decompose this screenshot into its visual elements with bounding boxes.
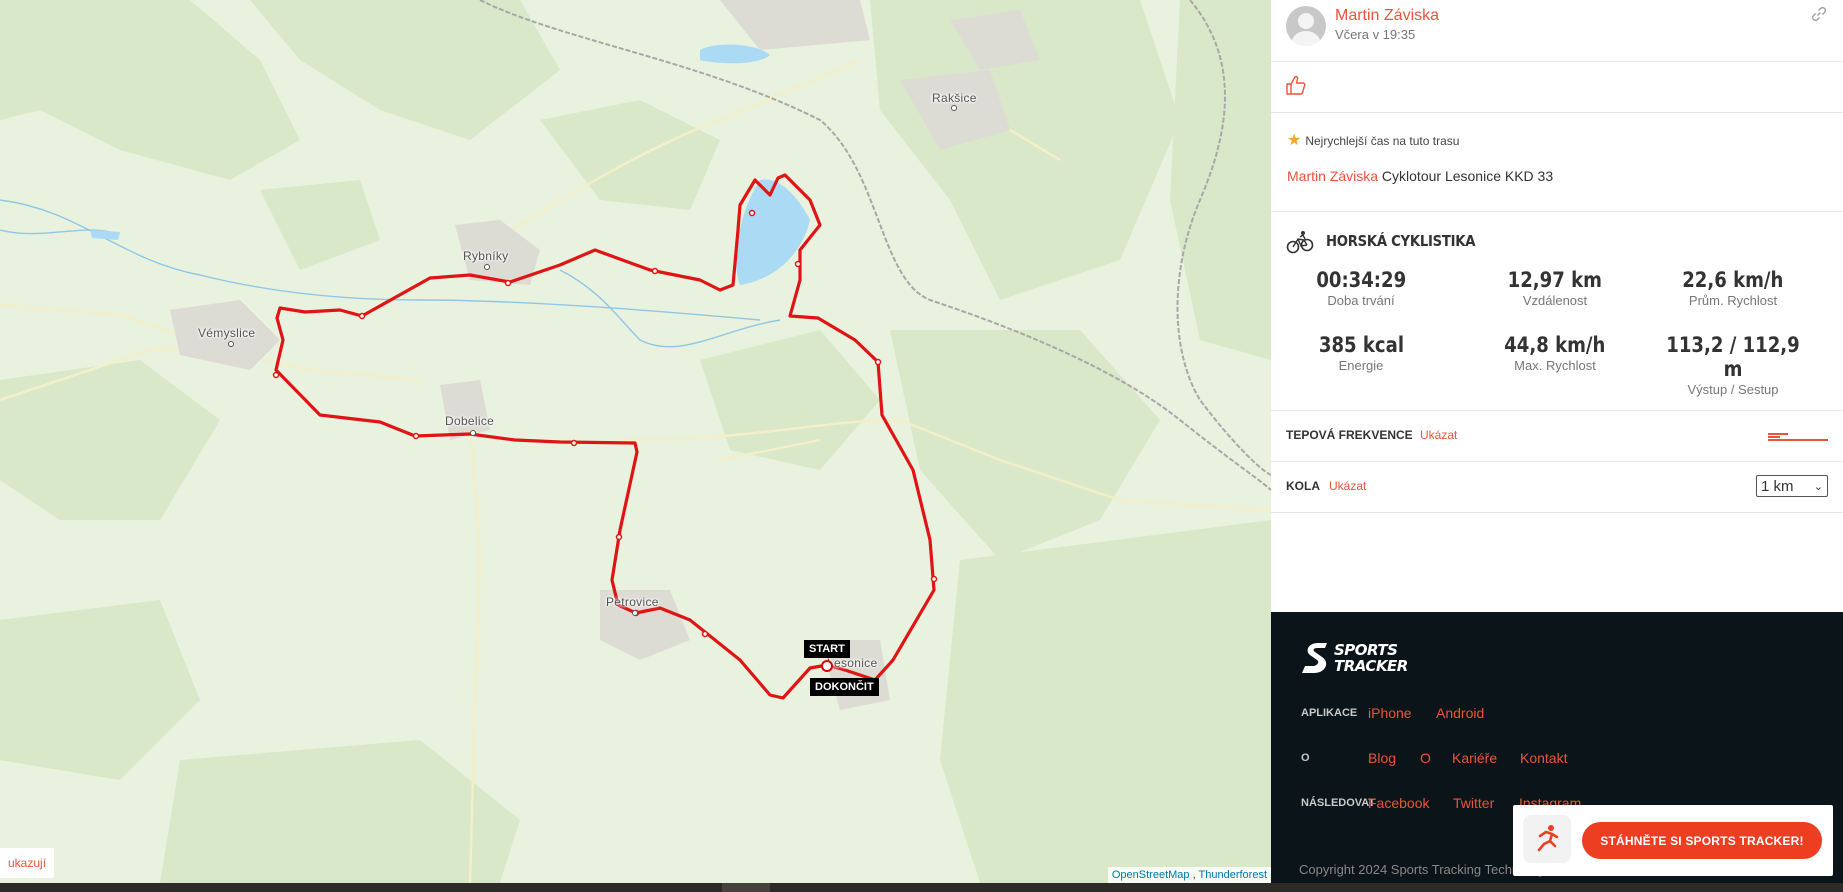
fastest-label: Nejrychlejší čas na tuto trasu xyxy=(1305,134,1460,148)
thumbs-up-icon[interactable] xyxy=(1285,74,1307,96)
stat-energy: 385 kcal Energie xyxy=(1271,333,1451,373)
place-label: Petrovice xyxy=(606,595,659,609)
map-attribution: OpenStreetMap , Thunderforest xyxy=(1107,867,1271,883)
fastest-time-line: ★ Nejrychlejší čas na tuto trasu xyxy=(1287,133,1459,149)
place-dot xyxy=(632,610,638,616)
footer-link-facebook[interactable]: Facebook xyxy=(1368,795,1429,811)
stat-avg-speed: 22,6 km/h Prům. Rychlost xyxy=(1643,268,1823,308)
place-label: Dobelice xyxy=(445,414,495,428)
start-finish-marker[interactable] xyxy=(821,660,833,672)
footer-follow-label: NÁSLEDOVAT xyxy=(1301,797,1376,809)
route-map[interactable]: Rakšice Rybníky Vémyslice Dobelice Petro… xyxy=(0,0,1271,883)
heart-rate-title: TEPOVÁ FREKVENCE xyxy=(1286,428,1413,442)
heart-rate-chart-icon xyxy=(1768,433,1828,441)
stat-value: 385 kcal xyxy=(1318,333,1404,357)
stat-value: 12,97 km xyxy=(1507,268,1603,292)
place-label: Rybníky xyxy=(463,249,509,263)
stat-distance: 12,97 km Vzdálenost xyxy=(1465,268,1645,308)
stat-duration: 00:34:29 Doba trvání xyxy=(1271,268,1451,308)
logo-line-2: TRACKER xyxy=(1334,657,1408,675)
star-icon: ★ xyxy=(1287,132,1302,149)
stat-value: 00:34:29 xyxy=(1316,268,1406,292)
footer-link-contact[interactable]: Kontakt xyxy=(1520,750,1567,766)
stat-label: Prům. Rychlost xyxy=(1688,293,1778,308)
map-tiles xyxy=(0,0,1271,883)
chevron-down-icon: ⌄ xyxy=(1813,480,1823,493)
footer-link-twitter[interactable]: Twitter xyxy=(1453,795,1494,811)
fastest-route-line: Martin Záviska Cyklotour Lesonice KKD 33 xyxy=(1287,168,1553,184)
place-dot xyxy=(228,341,234,347)
runner-icon xyxy=(1523,815,1571,863)
place-label: Lesonice xyxy=(827,656,878,670)
footer-link-blog[interactable]: Blog xyxy=(1368,750,1396,766)
stat-label: Vzdálenost xyxy=(1522,293,1588,308)
map-ukazuji-button[interactable]: ukazují xyxy=(0,848,55,878)
place-dot xyxy=(484,264,490,270)
heart-rate-show-link[interactable]: Ukázat xyxy=(1420,428,1457,442)
place-label: Vémyslice xyxy=(198,326,256,340)
stat-ascent-descent: 113,2 / 112,9 m Výstup / Sestup xyxy=(1643,333,1823,397)
attribution-separator: , xyxy=(1189,869,1196,881)
footer-link-android[interactable]: Android xyxy=(1436,705,1484,721)
route-name[interactable]: Cyklotour Lesonice KKD 33 xyxy=(1382,168,1553,184)
user-name[interactable]: Martin Záviska xyxy=(1335,7,1439,25)
footer-link-iphone[interactable]: iPhone xyxy=(1368,705,1412,721)
stat-value: 113,2 / 112,9 m xyxy=(1666,333,1800,381)
fastest-row xyxy=(1271,113,1843,212)
activity-panel: Martin Záviska Včera v 19:35 ★ Nejrychle… xyxy=(1271,0,1843,612)
footer-about-label: O xyxy=(1301,752,1310,764)
finish-label: DOKONČIT xyxy=(810,678,879,696)
laps-select-value: 1 km xyxy=(1761,477,1794,495)
fastest-user-link[interactable]: Martin Záviska xyxy=(1287,168,1378,184)
stat-value: 44,8 km/h xyxy=(1504,333,1606,357)
bottom-bar-segment xyxy=(722,883,770,892)
like-row xyxy=(1271,62,1843,113)
avatar[interactable] xyxy=(1286,6,1326,46)
laps-distance-select[interactable]: 1 km ⌄ xyxy=(1756,475,1828,497)
mountain-bike-icon xyxy=(1286,231,1314,254)
app-download-banner: STÁHNĚTE SI SPORTS TRACKER! xyxy=(1513,805,1833,876)
logo-line-1: SPORTS xyxy=(1334,641,1398,659)
place-label: Rakšice xyxy=(932,91,977,105)
footer-link-careers[interactable]: Kariéře xyxy=(1452,750,1497,766)
place-dot xyxy=(470,430,476,436)
stat-label: Výstup / Sestup xyxy=(1687,382,1779,397)
thunderforest-attribution-link[interactable]: Thunderforest xyxy=(1199,869,1267,881)
stat-label: Max. Rychlost xyxy=(1514,358,1596,373)
sports-tracker-logo-mark xyxy=(1302,643,1327,673)
activity-time: Včera v 19:35 xyxy=(1335,27,1416,42)
place-dot xyxy=(951,105,957,111)
stat-max-speed: 44,8 km/h Max. Rychlost xyxy=(1465,333,1645,373)
start-label: START xyxy=(804,640,850,658)
stat-value: 22,6 km/h xyxy=(1682,268,1784,292)
osm-attribution-link[interactable]: OpenStreetMap xyxy=(1112,869,1190,881)
footer-link-about[interactable]: O xyxy=(1420,750,1431,766)
stat-label: Energie xyxy=(1338,358,1384,373)
stat-label: Doba trvání xyxy=(1327,293,1395,308)
link-icon[interactable] xyxy=(1811,6,1827,22)
laps-show-link[interactable]: Ukázat xyxy=(1329,479,1366,493)
sport-title: HORSKÁ CYKLISTIKA xyxy=(1326,232,1476,250)
laps-title: KOLA xyxy=(1286,479,1320,493)
footer-apps-label: APLIKACE xyxy=(1301,707,1358,719)
sports-tracker-logo[interactable]: SPORTS TRACKER xyxy=(1300,641,1408,675)
download-app-button[interactable]: STÁHNĚTE SI SPORTS TRACKER! xyxy=(1582,822,1822,859)
bottom-bar xyxy=(0,883,1843,892)
user-header: Martin Záviska Včera v 19:35 xyxy=(1271,0,1843,62)
